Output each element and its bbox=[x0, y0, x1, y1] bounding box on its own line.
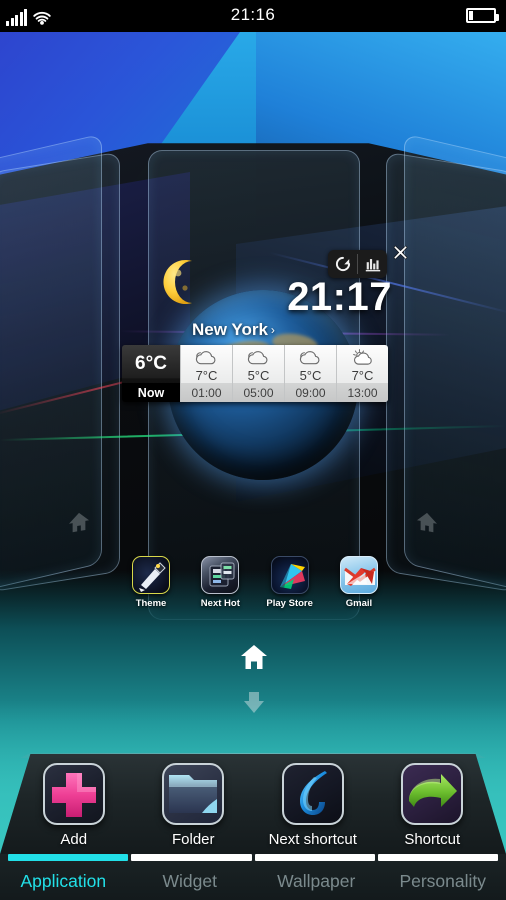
phone-screen: 21:16 21:17 New York › 6°C Now 7°C 01:00… bbox=[0, 0, 506, 900]
dock-item-folder[interactable]: Folder bbox=[138, 763, 248, 848]
dock-label: Add bbox=[60, 831, 88, 848]
forecast-cell: 5°C 05:00 bbox=[232, 345, 284, 402]
folder-icon[interactable] bbox=[162, 763, 225, 825]
forecast-cell: 7°C 01:00 bbox=[180, 345, 232, 402]
tab-indicator-widget bbox=[131, 854, 252, 861]
status-bar-clock: 21:16 bbox=[230, 5, 276, 24]
forecast-cell: 7°C 13:00 bbox=[336, 345, 388, 402]
dock-label: Shortcut bbox=[404, 831, 461, 848]
forecast-time: 05:00 bbox=[233, 383, 284, 402]
bar-chart-icon[interactable] bbox=[358, 250, 387, 278]
play-store-app-icon[interactable] bbox=[270, 556, 309, 594]
plus-icon[interactable] bbox=[42, 763, 105, 825]
dock-item-next-shortcut[interactable]: Next shortcut bbox=[258, 763, 368, 848]
dock-item-add[interactable]: Add bbox=[19, 763, 129, 848]
forecast-temperature: 5°C bbox=[299, 368, 322, 383]
dock-items: Add Folder Next shortcut Shortcut bbox=[0, 763, 506, 848]
arrow-right-icon[interactable] bbox=[401, 763, 464, 825]
tab-wallpaper[interactable]: Wallpaper bbox=[253, 863, 380, 900]
forecast-temperature: 5°C bbox=[247, 368, 270, 383]
city-arrow-icon: › bbox=[270, 323, 275, 337]
dock-label: Next shortcut bbox=[268, 831, 357, 848]
app-label: Play Store bbox=[266, 598, 313, 609]
app-item-gmail[interactable]: Gmail bbox=[333, 556, 385, 609]
forecast-temperature: 7°C bbox=[195, 368, 218, 383]
ghost-home-icon-right bbox=[417, 512, 437, 533]
current-temperature: 6°C bbox=[135, 353, 167, 374]
forecast-time: 01:00 bbox=[181, 383, 232, 402]
forecast-strip[interactable]: 6°C Now 7°C 01:00 5°C 05:00 5°C 09:00 7°… bbox=[122, 345, 388, 402]
tab-personality[interactable]: Personality bbox=[380, 863, 506, 900]
glass-pane-left-inner bbox=[0, 151, 120, 593]
tab-application[interactable]: Application bbox=[0, 863, 127, 900]
forecast-now-cell: 6°C Now bbox=[122, 345, 180, 402]
crescent-moon-icon bbox=[163, 260, 192, 304]
city-row[interactable]: New York › bbox=[192, 320, 275, 340]
cloudy-icon bbox=[192, 347, 222, 368]
current-label: Now bbox=[122, 383, 180, 402]
partly-sunny-icon bbox=[348, 347, 378, 368]
status-bar: 21:16 bbox=[0, 0, 506, 32]
forecast-cell: 5°C 09:00 bbox=[284, 345, 336, 402]
app-item-play-store[interactable]: Play Store bbox=[264, 556, 316, 609]
tab-indicator-personality bbox=[377, 854, 498, 861]
tab-indicator-application bbox=[8, 854, 129, 861]
forecast-time: 09:00 bbox=[285, 383, 336, 402]
app-label: Next Hot bbox=[200, 598, 240, 609]
app-icon-row: Theme Next Hot Play Store Gmail bbox=[125, 556, 385, 609]
tab-indicator-wallpaper bbox=[254, 854, 375, 861]
close-x-icon[interactable] bbox=[391, 243, 410, 262]
widget-control-bar[interactable] bbox=[328, 250, 387, 278]
cloudy-icon bbox=[244, 347, 274, 368]
home-icon[interactable] bbox=[240, 644, 268, 670]
bottom-tab-bar: Application Widget Wallpaper Personality bbox=[0, 854, 506, 900]
app-label: Gmail bbox=[345, 598, 373, 609]
app-item-theme[interactable]: Theme bbox=[125, 556, 177, 609]
next-swirl-icon[interactable] bbox=[281, 763, 344, 825]
widget-clock-time: 21:17 bbox=[287, 275, 392, 319]
tab-indicators bbox=[0, 854, 506, 861]
forecast-time: 13:00 bbox=[337, 383, 388, 402]
gmail-app-icon[interactable] bbox=[339, 556, 378, 594]
dock-item-shortcut[interactable]: Shortcut bbox=[377, 763, 487, 848]
next-hot-app-icon[interactable] bbox=[201, 556, 240, 594]
dock: Add Folder Next shortcut Shortcut bbox=[0, 736, 506, 854]
tab-widget[interactable]: Widget bbox=[127, 863, 254, 900]
forecast-temperature: 7°C bbox=[351, 368, 374, 383]
refresh-icon[interactable] bbox=[328, 250, 357, 278]
weather-clock-widget[interactable]: 21:17 New York › 6°C Now 7°C 01:00 5°C 0… bbox=[118, 255, 392, 480]
ghost-home-icon-left bbox=[69, 512, 89, 533]
status-bar-right-icons bbox=[466, 8, 499, 23]
chevron-down-icon[interactable] bbox=[240, 690, 268, 716]
theme-app-icon[interactable] bbox=[132, 556, 170, 594]
dock-label: Folder bbox=[171, 831, 215, 848]
battery-icon bbox=[466, 8, 499, 23]
tab-labels: Application Widget Wallpaper Personality bbox=[0, 863, 506, 900]
app-item-next-hot[interactable]: Next Hot bbox=[194, 556, 246, 609]
cloudy-icon bbox=[296, 347, 326, 368]
city-name: New York bbox=[192, 320, 268, 339]
app-label: Theme bbox=[135, 598, 167, 609]
